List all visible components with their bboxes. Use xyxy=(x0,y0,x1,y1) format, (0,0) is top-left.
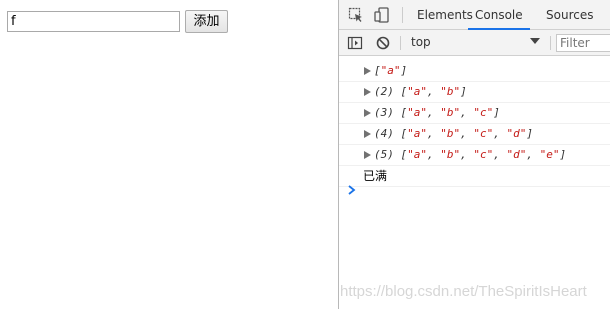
filter-input[interactable]: Filter xyxy=(556,34,610,52)
console-prompt-icon[interactable] xyxy=(347,184,357,196)
chevron-down-icon[interactable] xyxy=(529,36,541,46)
expand-triangle-icon[interactable] xyxy=(364,151,371,159)
expand-triangle-icon[interactable] xyxy=(364,130,371,138)
screen: f 添加 Elements Console Sources top Filter… xyxy=(0,0,610,309)
console-log-row[interactable]: ["a"] xyxy=(339,61,610,82)
expand-triangle-icon[interactable] xyxy=(364,67,371,75)
watermark: https://blog.csdn.net/TheSpiritIsHeart xyxy=(340,283,587,300)
toolbar-separator xyxy=(402,7,403,23)
inspect-element-icon[interactable] xyxy=(348,7,364,23)
console-log-row[interactable]: (4) ["a", "b", "c", "d"] xyxy=(339,124,610,145)
console-log-row[interactable]: (2) ["a", "b"] xyxy=(339,82,610,103)
expand-triangle-icon[interactable] xyxy=(364,88,371,96)
console-output: ["a"] (2) ["a", "b"] (3) ["a", "b", "c"]… xyxy=(339,57,610,309)
devtools-panel: Elements Console Sources top Filter ["a"… xyxy=(339,0,610,309)
text-input[interactable]: f xyxy=(7,11,180,32)
console-log-row[interactable]: (5) ["a", "b", "c", "d", "e"] xyxy=(339,145,610,166)
toolbar-separator xyxy=(550,36,551,50)
console-message-row: 已满 xyxy=(339,166,610,187)
tab-console[interactable]: Console xyxy=(468,0,530,30)
context-selector[interactable]: top xyxy=(411,35,431,49)
tab-sources[interactable]: Sources xyxy=(546,0,593,29)
device-toolbar-icon[interactable] xyxy=(374,7,390,23)
add-button[interactable]: 添加 xyxy=(185,10,228,33)
console-toolbar: top Filter xyxy=(339,30,610,56)
tab-elements[interactable]: Elements xyxy=(417,0,473,29)
toolbar-separator xyxy=(400,36,401,50)
expand-triangle-icon[interactable] xyxy=(364,109,371,117)
page-viewport: f 添加 xyxy=(0,0,338,309)
console-log-row[interactable]: (3) ["a", "b", "c"] xyxy=(339,103,610,124)
console-message: 已满 xyxy=(363,169,388,183)
devtools-tabbar: Elements Console Sources xyxy=(339,0,610,30)
clear-console-icon[interactable] xyxy=(375,35,391,51)
console-sidebar-icon[interactable] xyxy=(347,35,363,51)
